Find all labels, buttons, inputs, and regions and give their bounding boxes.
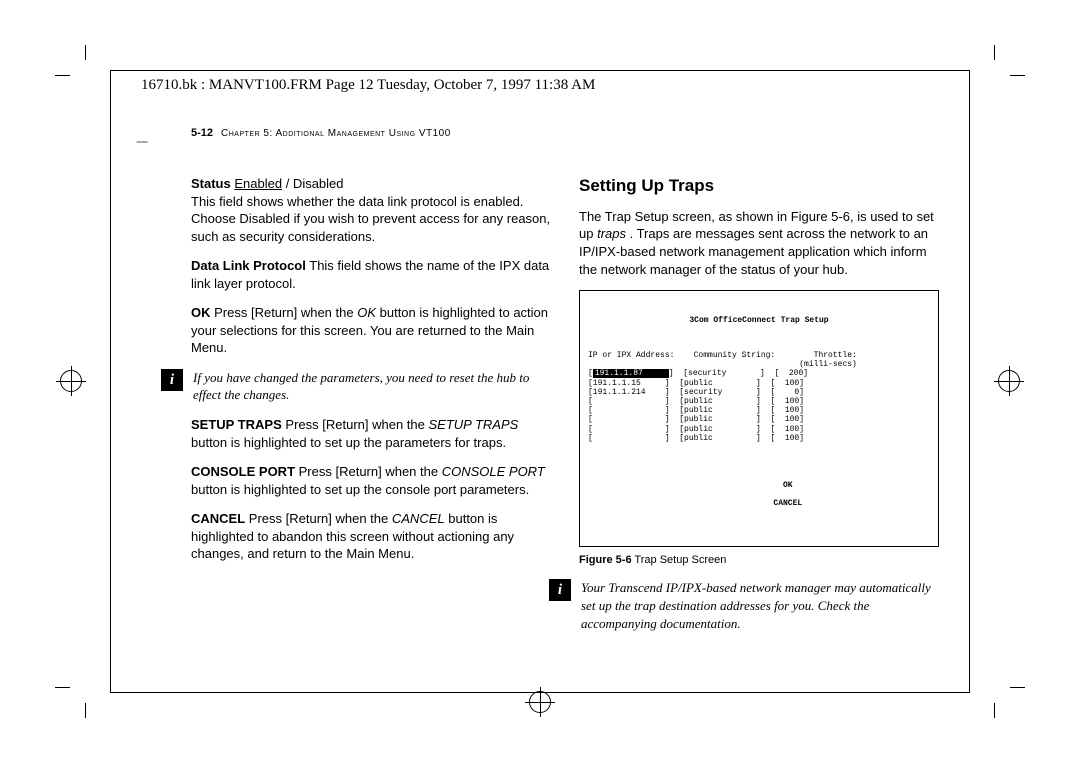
cancel-desc1: Press [Return] when the bbox=[249, 511, 392, 526]
left-column: Status Enabled / Disabled This field sho… bbox=[191, 175, 551, 644]
cancel-label: CANCEL bbox=[191, 511, 245, 526]
intro-ital: traps bbox=[597, 226, 626, 241]
setup-ital: SETUP TRAPS bbox=[428, 417, 518, 432]
console-ital: CONSOLE PORT bbox=[442, 464, 545, 479]
console-label: CONSOLE PORT bbox=[191, 464, 295, 479]
page-frame: 16710.bk : MANVT100.FRM Page 12 Tuesday,… bbox=[110, 70, 970, 693]
fig-ok-button: OK bbox=[783, 481, 793, 490]
page-content: 5-12 Chapter 5: Additional Management Us… bbox=[191, 127, 939, 682]
status-desc: This field shows whether the data link p… bbox=[191, 194, 550, 244]
trap-setup-screenshot: 3Com OfficeConnect Trap Setup IP or IPX … bbox=[579, 290, 939, 547]
page-number: 5-12 bbox=[191, 127, 213, 139]
intro2: . Traps are messages sent across the net… bbox=[579, 226, 928, 276]
setup-desc2: button is highlighted to set up the para… bbox=[191, 435, 506, 450]
section-heading: Setting Up Traps bbox=[579, 175, 939, 198]
cancel-ital: CANCEL bbox=[392, 511, 445, 526]
info-note-1-text: If you have changed the parameters, you … bbox=[193, 369, 551, 404]
setup-desc1: Press [Return] when the bbox=[285, 417, 428, 432]
info-note-1: i If you have changed the parameters, yo… bbox=[191, 369, 551, 404]
ok-desc1: Press [Return] when the bbox=[214, 305, 357, 320]
status-enabled: Enabled bbox=[234, 176, 282, 191]
ok-ital: OK bbox=[357, 305, 376, 320]
fig-title: 3Com OfficeConnect Trap Setup bbox=[588, 316, 930, 325]
status-label: Status bbox=[191, 176, 231, 191]
frame-header: 16710.bk : MANVT100.FRM Page 12 Tuesday,… bbox=[141, 77, 595, 94]
ok-label: OK bbox=[191, 305, 211, 320]
decorative-dots: ∙∙∙∙∙∙∙∙∙ bbox=[136, 137, 939, 147]
info-icon: i bbox=[161, 369, 183, 391]
info-note-2: i Your Transcend IP/IPX-based network ma… bbox=[579, 579, 939, 632]
console-desc1: Press [Return] when the bbox=[299, 464, 442, 479]
fig-cancel-button: CANCEL bbox=[773, 499, 802, 508]
console-desc2: button is highlighted to set up the cons… bbox=[191, 482, 529, 497]
setup-label: SETUP TRAPS bbox=[191, 417, 282, 432]
right-column: Setting Up Traps The Trap Setup screen, … bbox=[579, 175, 939, 644]
chapter-title: Chapter 5: Additional Management Using V… bbox=[221, 128, 451, 139]
info-icon: i bbox=[549, 579, 571, 601]
info-note-2-text: Your Transcend IP/IPX-based network mana… bbox=[581, 579, 939, 632]
status-disabled: / Disabled bbox=[286, 176, 344, 191]
figure-caption: Figure 5-6 Trap Setup Screen bbox=[579, 553, 939, 568]
dlp-label: Data Link Protocol bbox=[191, 258, 306, 273]
